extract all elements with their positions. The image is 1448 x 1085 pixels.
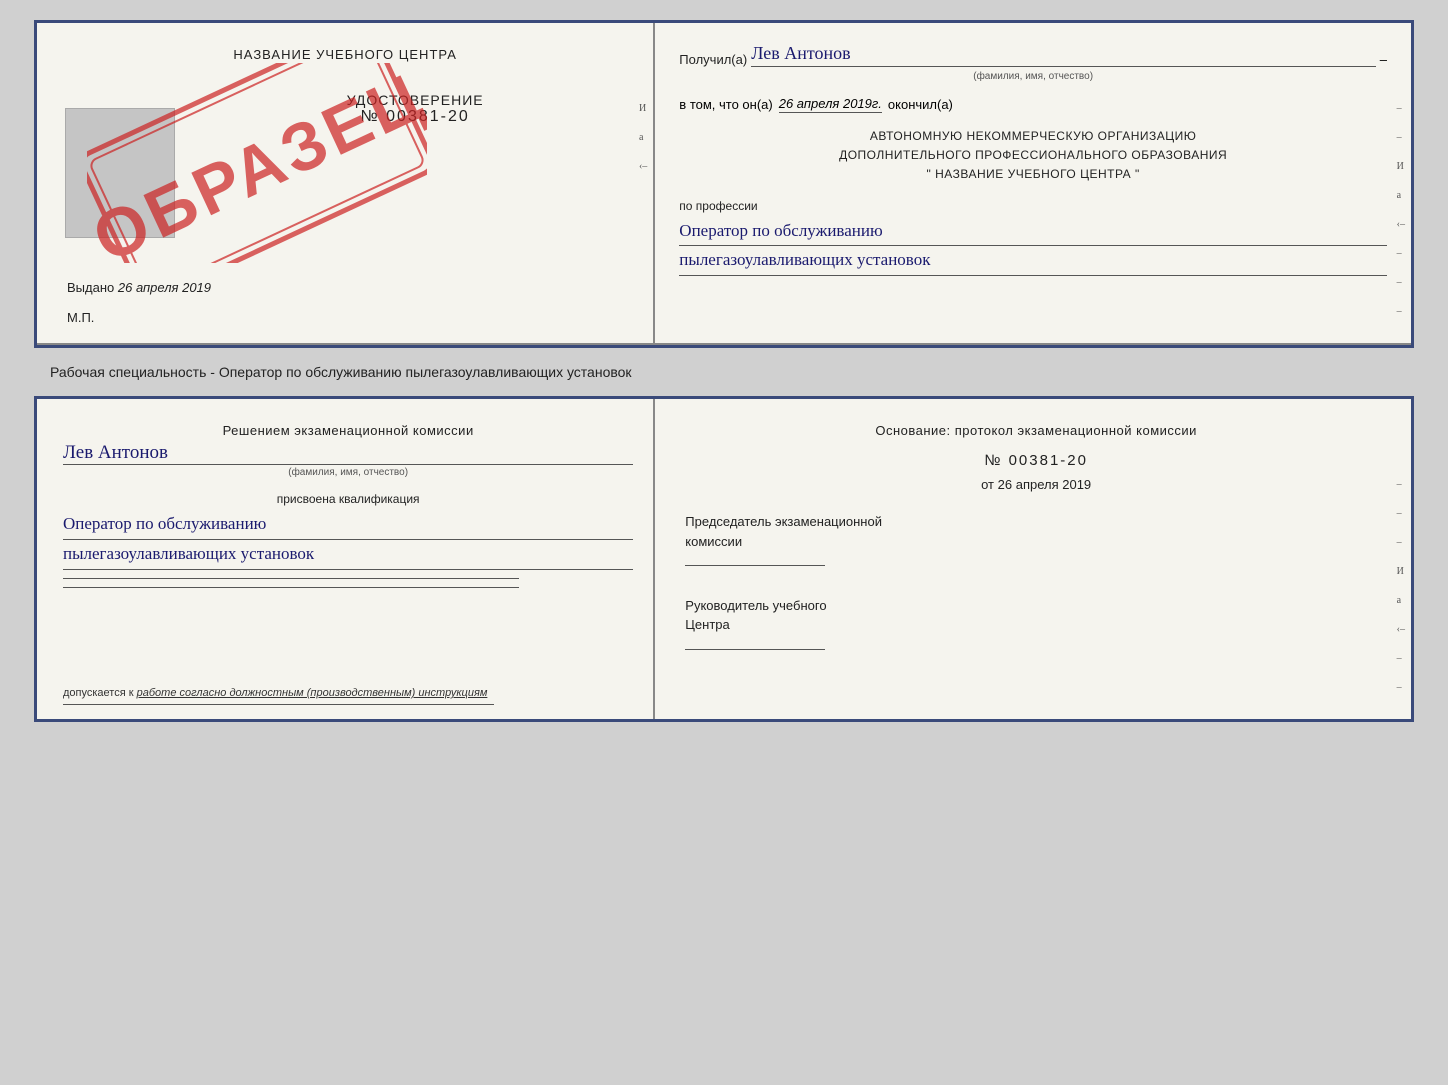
ot-date-value: 26 апреля 2019 [998, 477, 1092, 492]
vtom-label: в том, что он(а) [679, 97, 772, 112]
anko-line3: " НАЗВАНИЕ УЧЕБНОГО ЦЕНТРА " [679, 165, 1387, 184]
vydano-line: Выдано 26 апреля 2019 [67, 280, 211, 295]
rukovoditel-line1: Руководитель учебного [685, 596, 1387, 616]
protocol-number: № 00381-20 [685, 452, 1387, 469]
po-professii-label: по профессии [679, 199, 1387, 213]
rukovoditel-line2: Центра [685, 615, 1387, 635]
vtom-line: в том, что он(а) 26 апреля 2019г. окончи… [679, 96, 1387, 113]
vydano-date: 26 апреля 2019 [118, 280, 211, 295]
osnovanie-label: Основание: протокол экзаменационной коми… [685, 423, 1387, 438]
cert-title: НАЗВАНИЕ УЧЕБНОГО ЦЕНТРА [57, 47, 633, 62]
dopuskaetsya-italic: работе согласно должностным (производств… [137, 687, 488, 699]
anko-line2: ДОПОЛНИТЕЛЬНОГО ПРОФЕССИОНАЛЬНОГО ОБРАЗО… [679, 146, 1387, 165]
poluchil-line: Получил(а) Лев Антонов – [679, 43, 1387, 67]
predsedatel-sig-line [685, 565, 825, 566]
ot-label: от [981, 477, 994, 492]
subtitle: Рабочая специальность - Оператор по обсл… [20, 364, 632, 380]
poluchil-label: Получил(а) [679, 52, 747, 67]
side-marks-top-left: И а ‹– [639, 103, 647, 172]
bottom-left-panel: Решением экзаменационной комиссии Лев Ан… [37, 399, 655, 719]
predsedatel-label: Председатель экзаменационной комиссии [685, 512, 1387, 572]
top-certificate: НАЗВАНИЕ УЧЕБНОГО ЦЕНТРА УДОСТОВЕРЕНИЕ №… [37, 23, 1411, 345]
vtom-date: 26 апреля 2019г. [779, 96, 882, 113]
top-document: НАЗВАНИЕ УЧЕБНОГО ЦЕНТРА УДОСТОВЕРЕНИЕ №… [34, 20, 1414, 348]
dopuskaetsya-label: допускается к [63, 687, 134, 699]
predsedatel-line2: комиссии [685, 532, 1387, 552]
vydano-label: Выдано [67, 280, 114, 295]
cert-number: № 00381-20 [197, 108, 633, 126]
bottom-right-panel: Основание: протокол экзаменационной коми… [655, 399, 1411, 719]
side-marks-top-right: – – И а ‹– – – – [1397, 103, 1405, 317]
professiya-line2: пылегазоулавливающих установок [679, 246, 1387, 276]
predsedatel-line1: Председатель экзаменационной [685, 512, 1387, 532]
mp-label: М.П. [67, 310, 94, 325]
rukovoditel-sig-line [685, 649, 825, 650]
side-marks-bottom-right: – – – И а ‹– – – [1397, 479, 1405, 693]
okonchil-label: окончил(а) [888, 97, 953, 112]
udostoverenie-block: УДОСТОВЕРЕНИЕ № 00381-20 [197, 92, 633, 126]
rukovoditel-label: Руководитель учебного Центра [685, 596, 1387, 656]
photo-placeholder [65, 108, 175, 238]
ot-date: от 26 апреля 2019 [685, 477, 1387, 492]
cert-left-panel: НАЗВАНИЕ УЧЕБНОГО ЦЕНТРА УДОСТОВЕРЕНИЕ №… [37, 23, 655, 343]
fio-sub-top: (фамилия, имя, отчество) [679, 71, 1387, 82]
udostoverenie-label: УДОСТОВЕРЕНИЕ [197, 92, 633, 108]
anko-block: АВТОНОМНУЮ НЕКОММЕРЧЕСКУЮ ОРГАНИЗАЦИЮ ДО… [679, 127, 1387, 185]
bottom-document: Решением экзаменационной комиссии Лев Ан… [34, 396, 1414, 722]
bottom-name: Лев Антонов [63, 442, 633, 465]
kvalif-line2: пылегазоулавливающих установок [63, 540, 633, 570]
resheniem-label: Решением экзаменационной комиссии [63, 423, 633, 438]
dopuskaetsya-block: допускается к работе согласно должностны… [63, 687, 487, 699]
kvalif-line1: Оператор по обслуживанию [63, 510, 633, 540]
poluchil-name: Лев Антонов [751, 43, 1376, 67]
fio-sub-bottom: (фамилия, имя, отчество) [63, 467, 633, 478]
anko-line1: АВТОНОМНУЮ НЕКОММЕРЧЕСКУЮ ОРГАНИЗАЦИЮ [679, 127, 1387, 146]
cert-right-panel: Получил(а) Лев Антонов – (фамилия, имя, … [655, 23, 1411, 343]
prisvoena-label: присвоена квалификация [63, 492, 633, 506]
professiya-line1: Оператор по обслуживанию [679, 217, 1387, 247]
